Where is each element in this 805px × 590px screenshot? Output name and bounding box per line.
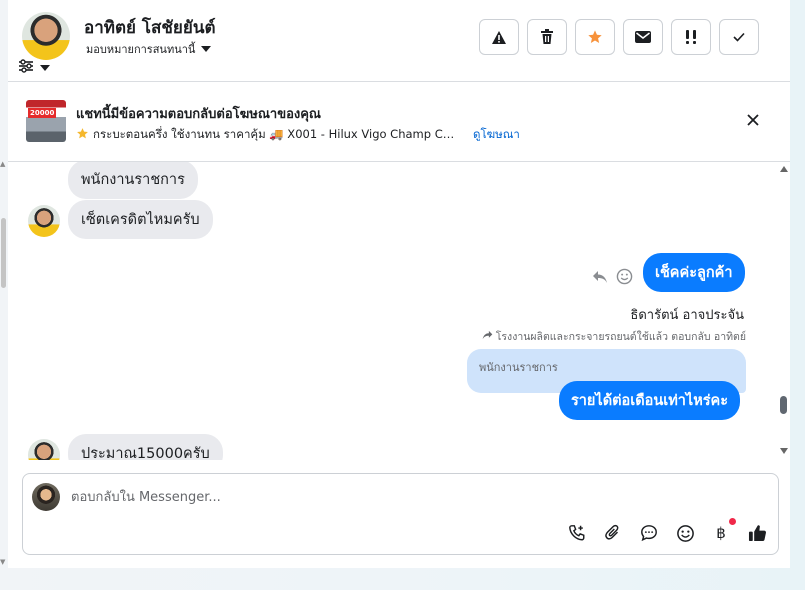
reply-context-text: โรงงานผลิตและกระจายรถยนต์ใช้แล้ว ตอบกลับ… [495,331,746,343]
outgoing-message[interactable]: รายได้ต่อเดือนเท่าไหร่คะ [559,381,741,420]
scroll-down-arrow-icon[interactable]: ▼ [0,558,5,566]
thumbs-up-button[interactable] [745,521,769,545]
payment-icon: ฿ [716,524,726,542]
view-ad-link[interactable]: ดูโฆษณา [473,126,520,144]
envelope-icon [635,31,651,43]
left-scrollbar-thumb[interactable] [1,218,6,288]
quoted-message-text: พนักงานราชการ [479,361,558,374]
assign-conversation-dropdown[interactable]: มอบหมายการสนทนานี้ [86,40,212,58]
message-thread: พนักงานราชการ เซ็ตเครดิตไหมครับ เช็คค่ะล… [8,162,778,460]
attachment-icon [605,524,619,540]
message-composer: ฿ [22,473,779,555]
scroll-down-arrow-icon[interactable] [780,448,788,454]
reply-input[interactable] [71,486,671,508]
done-button[interactable] [719,19,759,55]
trash-icon [541,29,553,44]
reply-arrow-icon [482,330,493,343]
close-icon [747,114,759,126]
sliders-icon [18,58,34,77]
scroll-up-arrow-icon[interactable] [780,166,788,172]
ad-description-row: กระบะตอนครึ่ง ใช้งานทน ราคาคุ้ม 🚚 X001 -… [76,126,520,144]
incoming-message[interactable]: ประมาณ15000ครับ [68,434,223,460]
contact-avatar-small[interactable] [28,205,60,237]
emoji-icon [676,524,694,542]
mark-unread-button[interactable] [623,19,663,55]
incoming-message[interactable]: พนักงานราชการ [68,162,198,199]
conversation-header: อาทิตย์ โสชัยยันต์ มอบหมายการสนทนานี้ [8,0,790,82]
contact-name[interactable]: อาทิตย์ โสชัยยันต์ [84,14,216,41]
incoming-message[interactable]: เซ็ตเครดิตไหมครับ [68,200,213,239]
caret-down-icon [40,64,50,71]
contact-avatar-small[interactable] [28,439,60,460]
notification-dot [729,518,736,525]
conversation-panel: อาทิตย์ โสชัยยันต์ มอบหมายการสนทนานี้ 20… [8,0,790,568]
reply-icon[interactable] [592,269,608,288]
emoji-button[interactable] [673,521,697,545]
header-action-buttons [479,19,759,55]
attach-file-button[interactable] [601,521,625,545]
message-actions [592,268,633,289]
close-banner-button[interactable] [746,112,760,131]
contact-avatar[interactable] [22,12,70,60]
ad-reply-banner: 20000 แชทนี้มีข้อความตอบกลับต่อโฆษณาของค… [8,82,790,162]
follow-up-button[interactable] [671,19,711,55]
delete-button[interactable] [527,19,567,55]
payment-button[interactable]: ฿ [709,518,736,545]
composer-tools: ฿ [565,518,769,545]
saved-replies-button[interactable] [637,521,661,545]
star-icon [76,127,89,143]
message-scrollbar[interactable] [778,162,790,460]
call-button[interactable] [565,521,589,545]
ad-banner-title: แชทนี้มีข้อความตอบกลับต่อโฆษณาของคุณ [76,107,321,122]
report-button[interactable] [479,19,519,55]
saved-replies-icon [641,525,657,542]
message-scrollbar-thumb[interactable] [780,396,787,414]
assign-label: มอบหมายการสนทนานี้ [86,43,196,56]
left-scrollbar[interactable]: ▲ ▼ [0,160,8,568]
call-icon [569,525,585,541]
react-emoji-icon[interactable] [616,268,633,289]
reply-context: โรงงานผลิตและกระจายรถยนต์ใช้แล้ว ตอบกลับ… [482,328,746,345]
thumbs-up-icon [748,525,766,542]
page-avatar [32,483,60,511]
check-icon [733,32,745,42]
caret-down-icon [201,46,212,52]
star-button[interactable] [575,19,615,55]
ad-thumbnail[interactable]: 20000 [26,100,66,142]
sender-name: ธิดารัตน์ อาจประจัน [630,308,744,323]
filter-dropdown[interactable] [18,58,50,77]
scroll-up-arrow-icon[interactable]: ▲ [0,160,5,168]
outgoing-message[interactable]: เช็คค่ะลูกค้า [643,253,745,292]
ad-thumbnail-tag: 20000 [28,108,57,118]
warning-icon [492,30,506,44]
star-icon [588,30,602,43]
priority-icon [686,30,696,44]
ad-description: กระบะตอนครึ่ง ใช้งานทน ราคาคุ้ม 🚚 X001 -… [93,127,461,141]
